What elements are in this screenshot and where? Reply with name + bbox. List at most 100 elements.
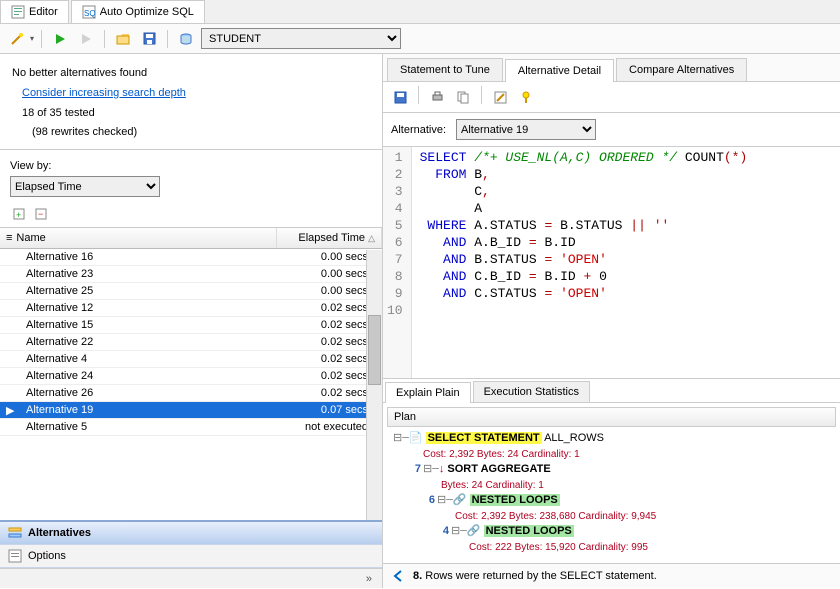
row-name: Alternative 5 [20, 420, 277, 434]
expand-all-button[interactable]: + [10, 205, 28, 223]
table-row[interactable]: ▶Alternative 190.07 secs [0, 402, 382, 419]
options-icon [8, 549, 22, 563]
separator [41, 30, 42, 48]
sort-icon: ↓ [439, 463, 445, 475]
row-marker: ▶ [0, 403, 20, 418]
open-button[interactable] [112, 28, 134, 50]
row-name: Alternative 15 [20, 318, 277, 332]
plan-node-nested2[interactable]: NESTED LOOPS [484, 525, 574, 537]
table-row[interactable]: Alternative 260.02 secs [0, 385, 382, 402]
row-marker [0, 324, 20, 326]
tab-auto-optimize[interactable]: SQL Auto Optimize SQL [71, 0, 205, 23]
table-row[interactable]: Alternative 250.00 secs [0, 283, 382, 300]
save-button[interactable] [138, 28, 160, 50]
run-step-button[interactable] [75, 28, 97, 50]
run-button[interactable] [49, 28, 71, 50]
row-marker [0, 392, 20, 394]
table-row[interactable]: Alternative 230.00 secs [0, 266, 382, 283]
wand-dropdown[interactable]: ▾ [30, 34, 34, 43]
editor-icon [11, 5, 25, 19]
row-name: Alternative 25 [20, 284, 277, 298]
plan-cost: Cost: 2,392 Bytes: 238,680 Cardinality: … [455, 511, 656, 522]
table-row[interactable]: Alternative 120.02 secs [0, 300, 382, 317]
grid-header: ≡ Name Elapsed Time △ [0, 228, 382, 249]
tab-explain-plan[interactable]: Explain Plain [385, 382, 471, 403]
svg-text:SQL: SQL [84, 9, 96, 18]
left-pane: No better alternatives found Consider in… [0, 54, 383, 588]
main-toolbar: ▾ STUDENT [0, 24, 840, 54]
alternatives-icon [8, 526, 22, 540]
viewby-combo[interactable]: Elapsed Time [10, 176, 160, 197]
connection-picker-button[interactable] [175, 28, 197, 50]
top-tab-bar: Editor SQL Auto Optimize SQL [0, 0, 840, 24]
row-marker [0, 426, 20, 428]
table-row[interactable]: Alternative 40.02 secs [0, 351, 382, 368]
copy-button[interactable] [452, 86, 474, 108]
sql-editor[interactable]: 12345678910 SELECT /*+ USE_NL(A,C) ORDER… [383, 147, 840, 379]
row-name: Alternative 4 [20, 352, 277, 366]
tab-alternative-detail[interactable]: Alternative Detail [505, 59, 614, 82]
plan-tree[interactable]: ⊟─📄 SELECT STATEMENT ALL_ROWS Cost: 2,39… [387, 427, 836, 559]
row-marker [0, 341, 20, 343]
table-row[interactable]: Alternative 220.02 secs [0, 334, 382, 351]
row-name: Alternative 24 [20, 369, 277, 383]
row-name: Alternative 22 [20, 335, 277, 349]
tab-compare-alternatives[interactable]: Compare Alternatives [616, 58, 747, 81]
scrollbar[interactable] [366, 250, 382, 562]
row-name: Alternative 19 [20, 403, 277, 417]
col-time-header[interactable]: Elapsed Time [298, 232, 365, 244]
edit-button[interactable] [489, 86, 511, 108]
plan-node-nested1[interactable]: NESTED LOOPS [470, 494, 560, 506]
detail-toolbar [383, 82, 840, 113]
panel-options[interactable]: Options [0, 545, 382, 568]
status-back-icon[interactable] [391, 568, 407, 584]
tab-optimize-label: Auto Optimize SQL [100, 6, 194, 18]
separator [104, 30, 105, 48]
plan-header: Plan [387, 407, 836, 427]
plan-panel: Plan ⊟─📄 SELECT STATEMENT ALL_ROWS Cost:… [383, 403, 840, 563]
alternative-label: Alternative: [391, 124, 446, 136]
tab-editor-label: Editor [29, 6, 58, 18]
status-bar: 8. Rows were returned by the SELECT stat… [383, 563, 840, 588]
save-sql-button[interactable] [389, 86, 411, 108]
sort-asc-icon: △ [368, 233, 375, 243]
loop-icon: 🔗 [467, 525, 481, 537]
collapse-all-button[interactable]: − [32, 205, 50, 223]
table-row[interactable]: Alternative 5not executed [0, 419, 382, 436]
expand-chevron[interactable]: » [0, 568, 382, 588]
connection-combo[interactable]: STUDENT [201, 28, 401, 49]
svg-text:−: − [38, 209, 43, 219]
row-marker [0, 273, 20, 275]
wand-button[interactable] [6, 28, 28, 50]
summary-title: No better alternatives found [12, 64, 370, 84]
tab-editor[interactable]: Editor [0, 0, 69, 23]
table-row[interactable]: Alternative 150.02 secs [0, 317, 382, 334]
separator [481, 86, 482, 104]
alternative-combo[interactable]: Alternative 19 [456, 119, 596, 140]
col-name-header[interactable]: Name [16, 232, 45, 244]
sql-code[interactable]: SELECT /*+ USE_NL(A,C) ORDERED */ COUNT(… [412, 147, 756, 378]
grid-icon: ≡ [6, 232, 12, 244]
loop-icon: 🔗 [453, 494, 467, 506]
print-button[interactable] [426, 86, 448, 108]
tab-execution-statistics[interactable]: Execution Statistics [473, 381, 590, 402]
table-row[interactable]: Alternative 160.00 secs [0, 249, 382, 266]
row-name: Alternative 12 [20, 301, 277, 315]
plan-node-sort[interactable]: SORT AGGREGATE [447, 463, 550, 475]
row-marker [0, 256, 20, 258]
status-text: Rows were returned by the SELECT stateme… [422, 570, 657, 582]
plan-tab-bar: Explain Plain Execution Statistics [383, 379, 840, 403]
increase-depth-link[interactable]: Consider increasing search depth [22, 87, 186, 99]
plan-node-select[interactable]: SELECT STATEMENT [426, 432, 542, 444]
panel-alternatives[interactable]: Alternatives [0, 522, 382, 545]
plan-cost: Bytes: 24 Cardinality: 1 [441, 480, 544, 491]
alternatives-grid[interactable]: ≡ Name Elapsed Time △ Alternative 160.00… [0, 227, 382, 562]
optimize-icon: SQL [82, 5, 96, 19]
row-name: Alternative 23 [20, 267, 277, 281]
scrollbar-thumb[interactable] [368, 315, 381, 385]
panel-options-label: Options [28, 550, 66, 562]
tab-statement-to-tune[interactable]: Statement to Tune [387, 58, 503, 81]
pin-button[interactable] [515, 86, 537, 108]
table-row[interactable]: Alternative 240.02 secs [0, 368, 382, 385]
line-gutter: 12345678910 [383, 147, 412, 378]
